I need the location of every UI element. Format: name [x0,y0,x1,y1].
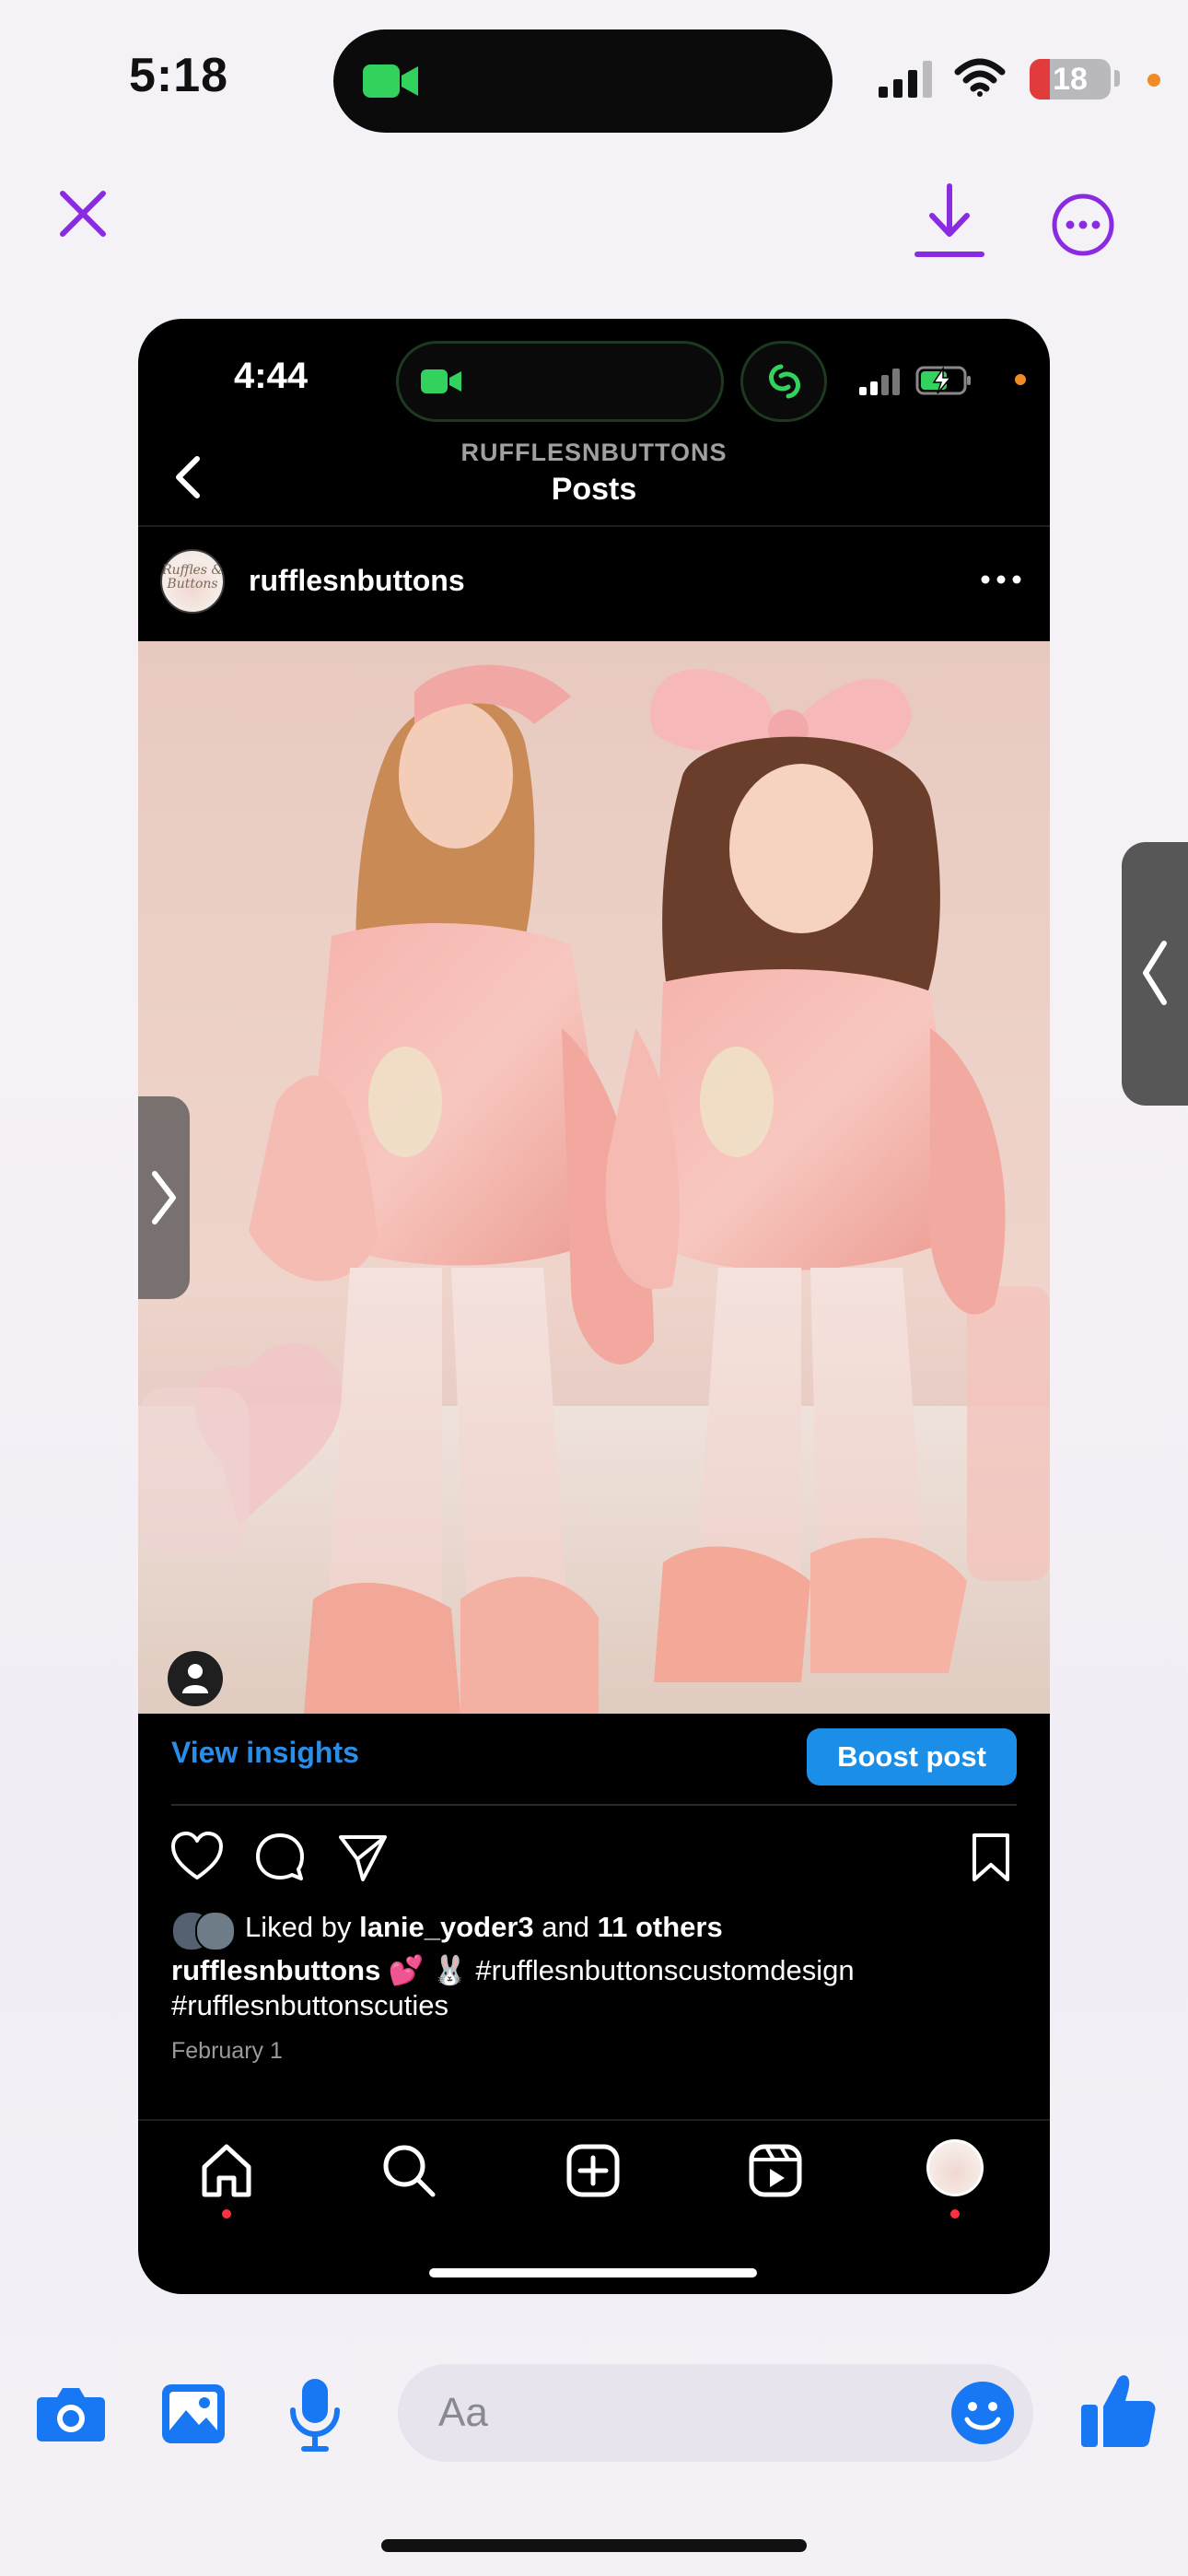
boost-post-button[interactable]: Boost post [807,1728,1017,1786]
likes-user[interactable]: lanie_yoder3 [359,1911,534,1943]
chevron-right-icon [152,1171,176,1224]
create-post-icon[interactable] [564,2141,623,2200]
likes-prefix: Liked by [245,1911,360,1943]
search-icon[interactable] [379,2141,438,2200]
post-photo[interactable] [138,641,1050,1714]
cellular-signal-icon [859,369,900,395]
download-icon[interactable] [912,181,987,265]
shareplay-link-icon [769,364,800,399]
post-date: February 1 [171,2038,283,2064]
profile-notification-dot [950,2209,960,2219]
profile-tab-avatar[interactable] [926,2139,984,2196]
person-icon [182,1664,208,1693]
nav-divider [138,2119,1050,2121]
liker-avatar [195,1911,236,1951]
close-icon[interactable] [50,181,116,247]
share-send-icon[interactable] [335,1830,390,1885]
gallery-icon[interactable] [158,2379,228,2449]
cellular-signal-icon [879,61,932,98]
home-icon[interactable] [197,2141,256,2200]
message-input-placeholder: Aa [438,2390,488,2435]
screenshot-image[interactable]: 4:44 RUFFLESNBUTTONS Posts Ruffles & But… [138,319,1050,2294]
insights-divider [171,1804,1017,1806]
header-account-name: RUFFLESNBUTTONS [460,439,728,466]
avatar-logo-text: Ruffles & Buttons [162,563,223,591]
wifi-icon [954,58,1006,97]
camera-icon[interactable] [35,2377,107,2449]
home-notification-dot [222,2209,231,2219]
screenshot-home-indicator [429,2268,757,2277]
header-divider [138,525,1050,527]
more-options-icon[interactable] [1050,192,1116,258]
post-options-icon[interactable] [978,566,1024,593]
emoji-icon[interactable] [949,2379,1017,2447]
likes-mid: and [533,1911,598,1943]
home-indicator [381,2539,807,2552]
battery-percent: 18 [1053,62,1088,97]
microphone-icon[interactable] [287,2375,343,2453]
reels-icon[interactable] [746,2141,805,2200]
facetime-icon [363,64,418,98]
battery-tip [1114,70,1120,87]
status-time: 5:18 [129,49,229,102]
post-caption: rufflesnbuttons 💕 🐰 #rufflesnbuttonscust… [171,1953,1028,2023]
page-title: Posts [551,472,637,507]
like-heart-icon[interactable] [169,1830,225,1885]
chevron-left-icon [1143,941,1167,1005]
likes-summary[interactable]: Liked by lanie_yoder3 and 11 others [245,1911,723,1944]
comment-icon[interactable] [252,1830,308,1885]
thumbs-up-icon[interactable] [1079,2368,1157,2451]
battery-charging-icon [915,366,971,395]
photo-illustration [138,664,1050,1714]
save-bookmark-icon[interactable] [963,1830,1019,1885]
privacy-indicator [1015,374,1026,385]
facetime-icon [421,369,461,393]
caption-username[interactable]: rufflesnbuttons [171,1954,380,1986]
post-username[interactable]: rufflesnbuttons [249,564,465,598]
message-input[interactable] [398,2364,1033,2462]
likes-others[interactable]: 11 others [598,1911,723,1943]
screenshot-status-time: 4:44 [234,356,309,396]
view-insights-link[interactable]: View insights [171,1736,359,1770]
privacy-indicator [1147,74,1160,87]
